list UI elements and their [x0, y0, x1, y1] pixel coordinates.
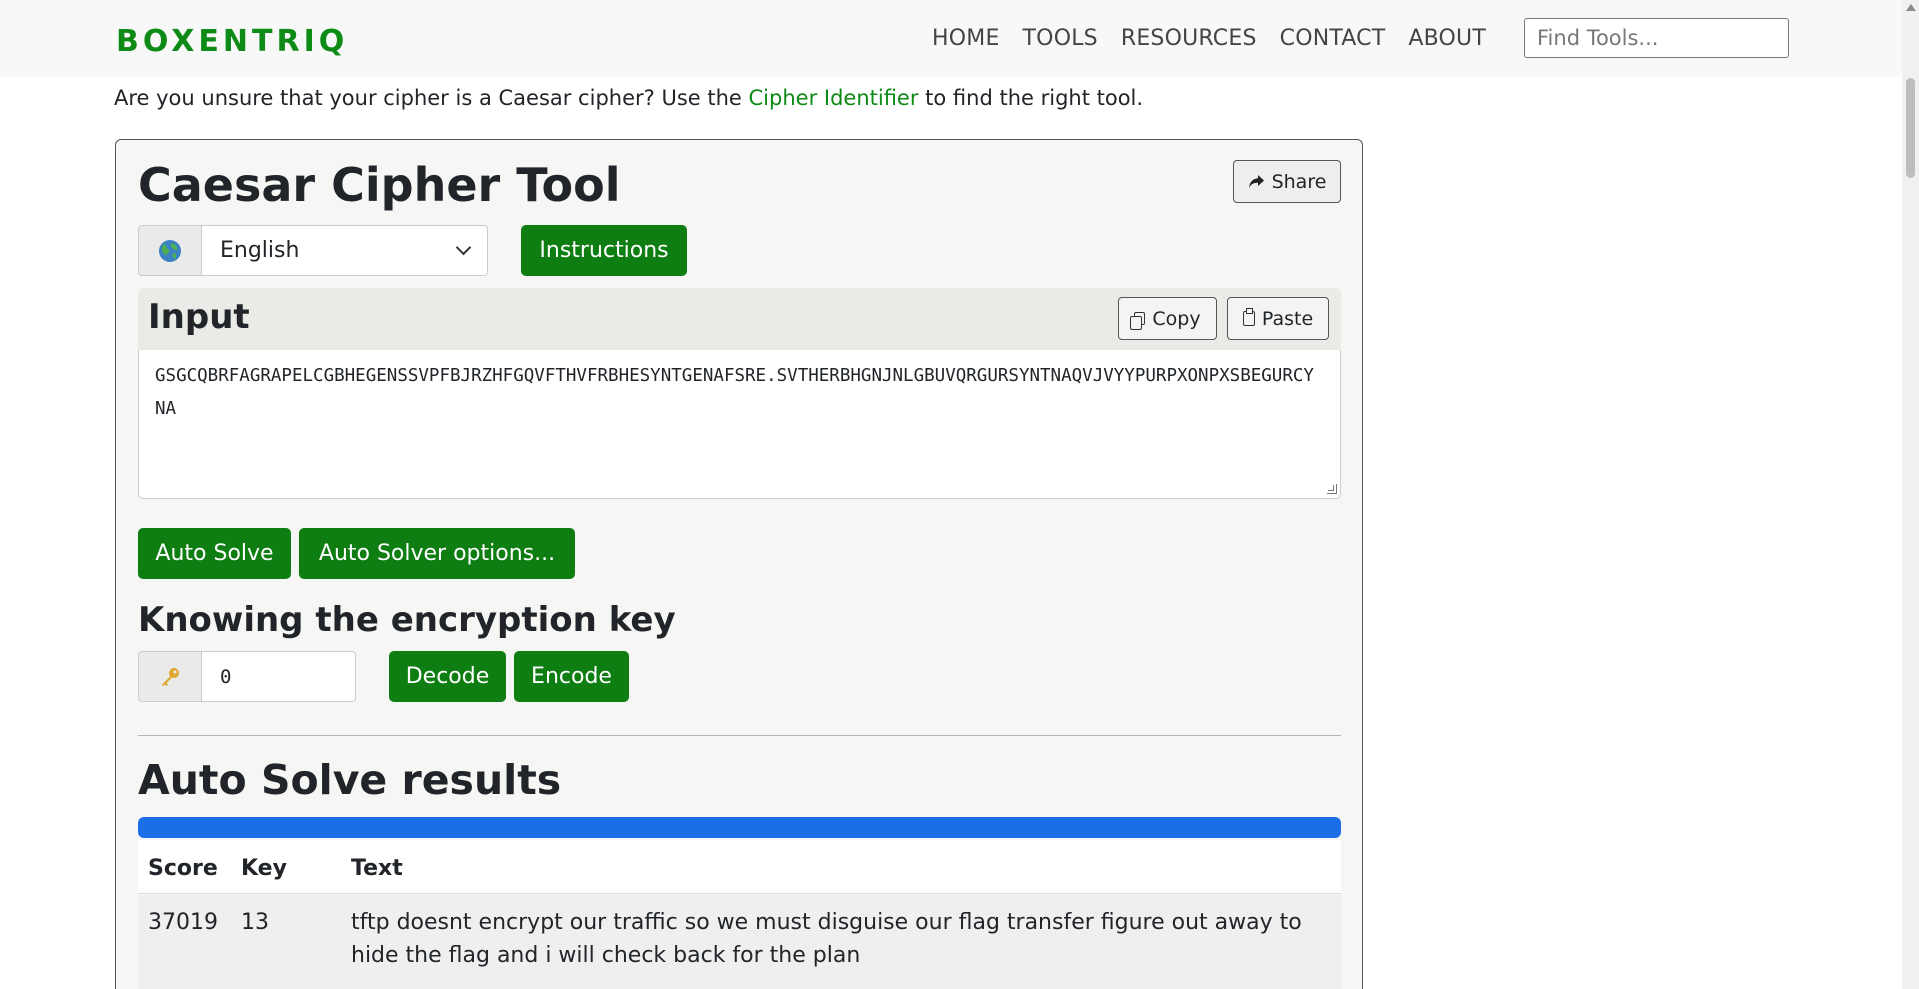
scroll-thumb[interactable] — [1906, 78, 1915, 178]
share-button[interactable]: Share — [1233, 160, 1341, 203]
results-table-header — [138, 840, 1341, 894]
key-icon — [138, 651, 202, 702]
page-title: Caesar Cipher Tool — [138, 158, 621, 212]
language-select[interactable]: English — [202, 225, 488, 276]
instructions-button[interactable]: Instructions — [521, 225, 687, 276]
row-score: 37019 — [148, 910, 218, 935]
auto-solve-button[interactable]: Auto Solve — [138, 528, 291, 579]
key-input-group[interactable]: 0 — [138, 651, 356, 702]
scrollbar[interactable] — [1902, 0, 1919, 989]
share-icon — [1248, 175, 1264, 188]
row-text: tftp doesnt encrypt our traffic so we mu… — [351, 910, 1302, 968]
nav-contact[interactable]: CONTACT — [1280, 26, 1386, 51]
navbar: BOXENTRIQ HOME TOOLS RESOURCES CONTACT A… — [0, 0, 1902, 77]
nav-links: HOME TOOLS RESOURCES CONTACT ABOUT — [932, 26, 1509, 51]
cipher-identifier-link[interactable]: Cipher Identifier — [749, 86, 919, 110]
decode-button[interactable]: Decode — [389, 651, 506, 702]
encode-button[interactable]: Encode — [514, 651, 629, 702]
intro-prefix: Are you unsure that your cipher is a Cae… — [114, 86, 749, 110]
nav-about[interactable]: ABOUT — [1408, 26, 1486, 51]
globe-icon — [138, 225, 202, 276]
paste-button[interactable]: Paste — [1227, 297, 1329, 340]
nav-resources[interactable]: RESOURCES — [1121, 26, 1257, 51]
intro-suffix: to find the right tool. — [918, 86, 1144, 110]
key-heading: Knowing the encryption key — [138, 600, 676, 640]
key-field[interactable]: 0 — [202, 651, 356, 702]
chevron-down-icon — [455, 239, 472, 256]
copy-icon — [1130, 312, 1146, 330]
search-input[interactable] — [1524, 18, 1789, 58]
copy-label: Copy — [1152, 307, 1201, 330]
cipher-input-textarea[interactable]: GSGCQBRFAGRAPELCGBHEGENSSVPFBJRZHFGQVFTH… — [138, 350, 1341, 499]
auto-solver-options-button[interactable]: Auto Solver options... — [299, 528, 575, 579]
col-score: Score — [148, 856, 218, 881]
intro-text: Are you unsure that your cipher is a Cae… — [114, 86, 1143, 110]
paste-label: Paste — [1261, 307, 1314, 330]
scroll-up-icon[interactable] — [1906, 4, 1916, 11]
paste-icon — [1242, 308, 1255, 326]
col-key: Key — [241, 856, 287, 881]
copy-button[interactable]: Copy — [1118, 297, 1217, 340]
progress-bar — [138, 817, 1341, 838]
results-heading: Auto Solve results — [138, 756, 562, 804]
divider — [138, 735, 1341, 736]
resize-handle-icon[interactable] — [1327, 484, 1337, 494]
language-selector[interactable]: English — [138, 225, 488, 276]
nav-home[interactable]: HOME — [932, 26, 1000, 51]
language-value: English — [220, 238, 300, 263]
row-key: 13 — [241, 910, 269, 935]
share-label: Share — [1271, 170, 1327, 193]
nav-tools[interactable]: TOOLS — [1023, 26, 1098, 51]
brand-logo[interactable]: BOXENTRIQ — [116, 24, 348, 59]
col-text: Text — [351, 856, 403, 881]
input-label: Input — [148, 297, 250, 337]
